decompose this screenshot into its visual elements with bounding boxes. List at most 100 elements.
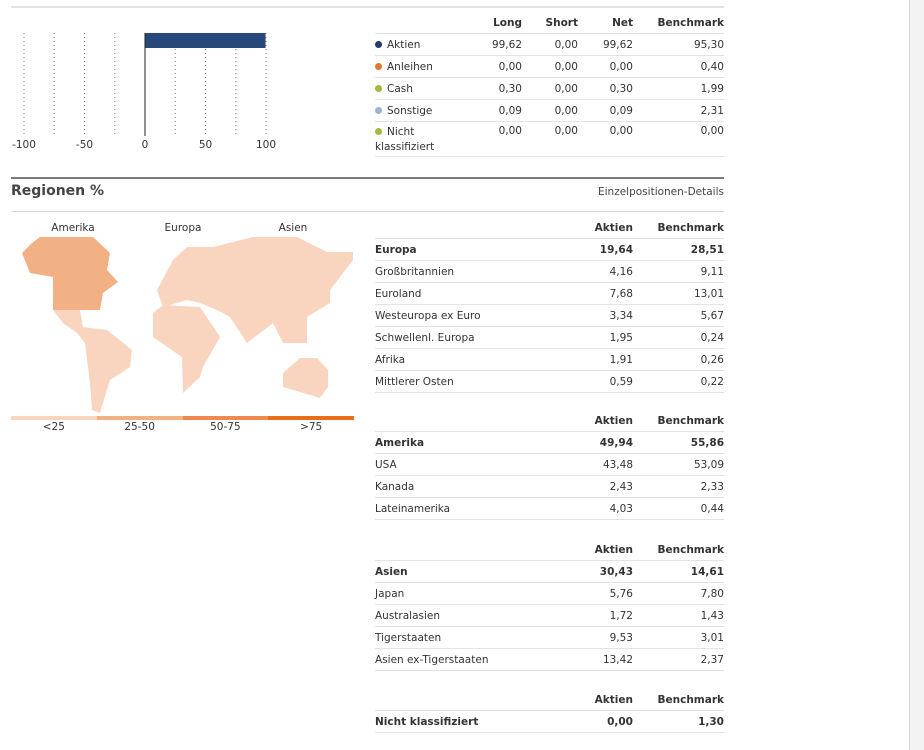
col-short: Short	[522, 12, 578, 34]
subregion-name: Australasien	[375, 604, 578, 627]
asset-label: Cash	[387, 82, 413, 95]
region-row: Asien ex-Tigerstaaten 13,42 2,37	[375, 648, 724, 671]
legend-label: <25	[42, 421, 65, 433]
value-aktien: 1,72	[578, 604, 633, 627]
value-aktien: 4,03	[578, 497, 633, 520]
value-net: 0,30	[578, 77, 633, 100]
value-net: 0,00	[578, 55, 633, 78]
value-benchmark: 2,33	[633, 475, 724, 498]
value-aktien: 3,34	[578, 304, 633, 327]
value-benchmark: 9,11	[633, 260, 724, 283]
subregion-name: Lateinamerika	[375, 497, 578, 520]
value-long: 0,30	[466, 77, 522, 100]
value-net: 99,62	[578, 33, 633, 56]
asset-label: Aktien	[387, 38, 421, 51]
region-row: Japan 5,76 7,80	[375, 582, 724, 605]
region-name: Nicht klassifiziert	[375, 710, 578, 733]
value-aktien: 43,48	[578, 453, 633, 476]
value-net: 0,00	[578, 121, 633, 157]
legend-swatch	[96, 416, 183, 420]
value-benchmark: 13,01	[633, 282, 724, 305]
value-benchmark: 1,30	[633, 710, 724, 733]
value-benchmark: 1,43	[633, 604, 724, 627]
col-aktien: Aktien	[578, 689, 633, 711]
map-australia[interactable]	[283, 358, 328, 398]
asset-table: Long Short Net Benchmark Aktien 99,62 0,00…	[375, 12, 724, 157]
subregion-name: Japan	[375, 582, 578, 605]
col-benchmark: Benchmark	[633, 410, 724, 432]
value-aktien: 7,68	[578, 282, 633, 305]
value-aktien: 30,43	[578, 560, 633, 583]
legend-label: 25-50	[124, 421, 155, 433]
region-row: Kanada 2,43 2,33	[375, 475, 724, 498]
region-table-asien: Aktien Benchmark Asien 30,43 14,61 Japan 5,76 7…	[375, 539, 724, 671]
asset-table-header: Long Short Net Benchmark	[375, 12, 724, 34]
asset-label: Nicht klassifiziert	[375, 126, 435, 153]
region-table-nicht-klassifiziert: Aktien Benchmark Nicht klassifiziert 0,00 1,…	[375, 689, 724, 733]
region-row: Euroland 7,68 13,01	[375, 282, 724, 305]
value-short: 0,00	[522, 121, 578, 157]
value-benchmark: 0,26	[633, 348, 724, 371]
region-row: Australasien 1,72 1,43	[375, 604, 724, 627]
value-benchmark: 0,40	[633, 55, 724, 78]
value-aktien: 49,94	[578, 431, 633, 454]
subregion-name: Schwellenl. Europa	[375, 326, 578, 349]
asset-label: Anleihen	[387, 60, 433, 73]
region-name: Asien	[375, 560, 578, 583]
asset-row: Sonstige 0,09 0,00 0,09 2,31	[375, 99, 724, 122]
scrollbar[interactable]	[909, 0, 924, 750]
value-long: 0,09	[466, 99, 522, 122]
subregion-name: Mittlerer Osten	[375, 370, 578, 393]
region-table-header: Aktien Benchmark	[375, 689, 724, 711]
world-map	[22, 237, 353, 413]
value-benchmark: 53,09	[633, 453, 724, 476]
legend-swatch	[11, 416, 97, 420]
col-aktien: Aktien	[578, 410, 633, 432]
value-short: 0,00	[522, 55, 578, 78]
details-link[interactable]: Einzelpositionen-Details	[598, 186, 724, 198]
value-aktien: 13,42	[578, 648, 633, 671]
value-long: 99,62	[466, 33, 522, 56]
region-total-row: Europa 19,64 28,51	[375, 238, 724, 261]
subregion-name: Tigerstaaten	[375, 626, 578, 649]
region-total-row: Asien 30,43 14,61	[375, 560, 724, 583]
region-total-row: Nicht klassifiziert 0,00 1,30	[375, 710, 724, 733]
value-benchmark: 2,31	[633, 99, 724, 122]
region-name: Europa	[375, 238, 578, 261]
map-latin-america[interactable]	[53, 310, 132, 413]
col-long: Long	[466, 12, 522, 34]
region-row: Mittlerer Osten 0,59 0,22	[375, 370, 724, 393]
value-aktien: 1,95	[578, 326, 633, 349]
region-name: Amerika	[375, 431, 578, 454]
map-africa[interactable]	[153, 305, 220, 393]
col-aktien: Aktien	[578, 217, 633, 239]
value-long: 0,00	[466, 121, 522, 157]
subregion-name: Großbritannien	[375, 260, 578, 283]
region-table-header: Aktien Benchmark	[375, 539, 724, 561]
col-benchmark: Benchmark	[633, 539, 724, 561]
value-benchmark: 0,24	[633, 326, 724, 349]
value-aktien: 5,76	[578, 582, 633, 605]
region-row: Afrika 1,91 0,26	[375, 348, 724, 371]
value-aktien: 2,43	[578, 475, 633, 498]
legend-dot-icon	[375, 62, 382, 70]
asset-row: Cash 0,30 0,00 0,30 1,99	[375, 77, 724, 100]
value-benchmark: 28,51	[633, 238, 724, 261]
value-aktien: 9,53	[578, 626, 633, 649]
map-north-america[interactable]	[22, 237, 118, 310]
legend-label: >75	[300, 421, 323, 433]
legend-dot-icon	[375, 84, 382, 92]
subregion-name: Kanada	[375, 475, 578, 498]
asset-label: Sonstige	[387, 104, 433, 117]
value-aktien: 0,00	[578, 710, 633, 733]
region-row: Großbritannien 4,16 9,11	[375, 260, 724, 283]
col-aktien: Aktien	[578, 539, 633, 561]
subregion-name: Asien ex-Tigerstaaten	[375, 648, 578, 671]
col-benchmark: Benchmark	[633, 12, 724, 34]
asset-row: Nicht klassifiziert 0,00 0,00 0,00 0,00	[375, 121, 724, 157]
asset-row: Anleihen 0,00 0,00 0,00 0,40	[375, 55, 724, 78]
value-benchmark: 2,37	[633, 648, 724, 671]
legend-swatch	[268, 416, 354, 420]
value-short: 0,00	[522, 99, 578, 122]
value-aktien: 0,59	[578, 370, 633, 393]
